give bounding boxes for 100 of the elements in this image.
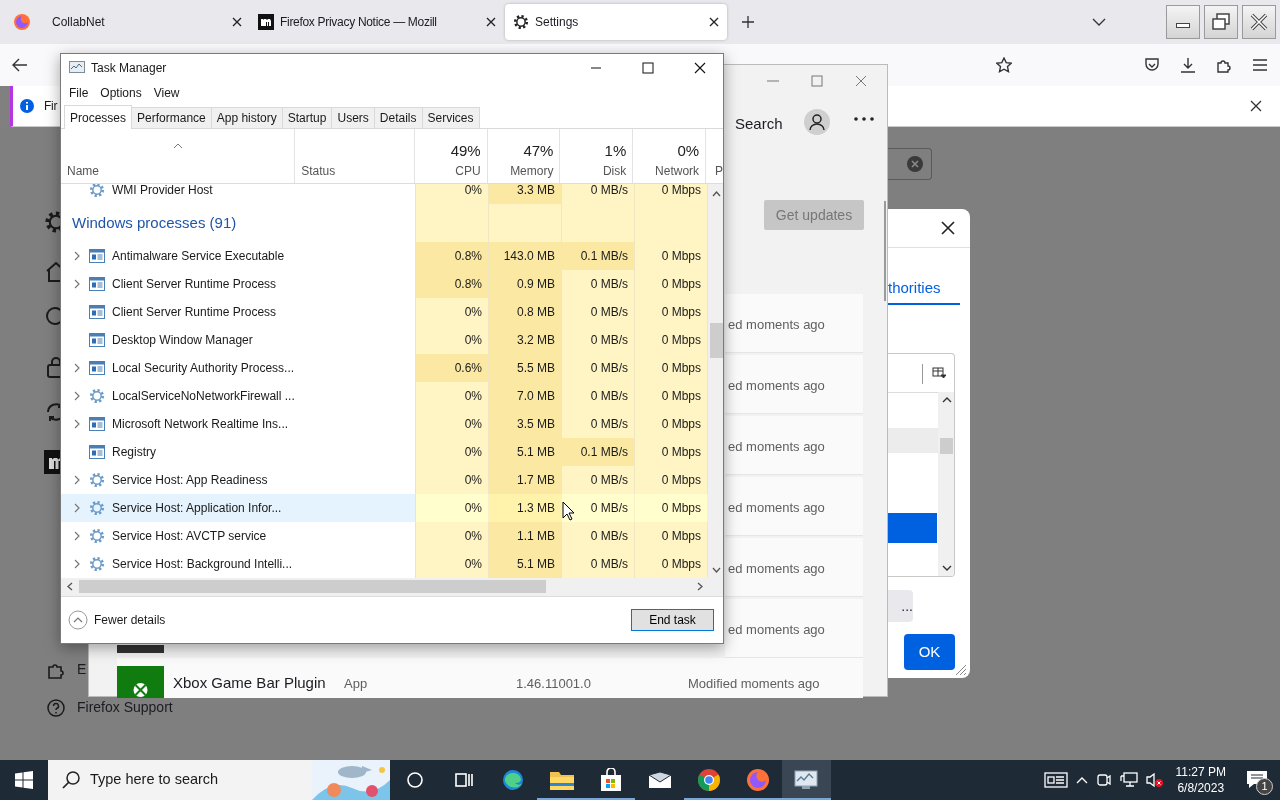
column-header[interactable]: Name bbox=[61, 129, 296, 183]
process-row[interactable]: Service Host: AVCTP service 0% 1.1 MB 0 MB/s 0 Mbps bbox=[61, 522, 708, 550]
process-row[interactable]: Client Server Runtime Process 0% 0.8 MB 0 MB/s 0 Mbps bbox=[61, 298, 708, 326]
close-icon[interactable] bbox=[709, 17, 719, 27]
back-arrow-icon[interactable] bbox=[12, 58, 28, 72]
tab[interactable]: App history bbox=[210, 107, 283, 128]
scroll-thumb[interactable] bbox=[940, 438, 953, 454]
more-button[interactable]: ... bbox=[888, 590, 913, 622]
browser-tab[interactable]: Firefox Privacy Notice — Mozill bbox=[250, 4, 504, 40]
volume-muted-icon[interactable] bbox=[1145, 772, 1164, 788]
expand-chevron-icon[interactable] bbox=[74, 503, 80, 513]
restore-button[interactable] bbox=[1204, 5, 1238, 39]
chevron-up-icon[interactable] bbox=[1075, 776, 1088, 784]
tab[interactable]: Users bbox=[331, 107, 375, 128]
camera-icon[interactable] bbox=[1095, 772, 1112, 788]
minimize-button[interactable] bbox=[1166, 5, 1200, 39]
sidebar-link[interactable]: Firefox Support bbox=[77, 697, 173, 718]
close-icon[interactable] bbox=[486, 17, 496, 27]
star-icon[interactable] bbox=[996, 57, 1012, 73]
sidebar-link[interactable]: E bbox=[77, 659, 87, 680]
process-row[interactable]: Service Host: Background Intelli... 0% 5.1 MB 0 MB/s 0 Mbps bbox=[61, 550, 708, 578]
column-picker-icon[interactable] bbox=[932, 367, 946, 379]
clear-icon[interactable] bbox=[907, 156, 923, 172]
lock-icon[interactable] bbox=[44, 355, 60, 379]
windows-start-icon[interactable] bbox=[15, 771, 33, 789]
fewer-details-link[interactable]: Fewer details bbox=[94, 611, 166, 629]
close-icon[interactable] bbox=[232, 17, 242, 27]
process-row[interactable]: WMI Provider Host 0% 3.3 MB 0 MB/s 0 Mbps bbox=[61, 184, 708, 204]
list-box[interactable] bbox=[888, 353, 955, 577]
chevron-down-icon[interactable] bbox=[1092, 18, 1106, 26]
process-row[interactable]: Microsoft Network Realtime Ins... 0% 3.5 MB 0 MB/s 0 Mbps bbox=[61, 410, 708, 438]
download-icon[interactable] bbox=[1180, 57, 1196, 73]
expand-chevron-icon[interactable] bbox=[74, 391, 80, 401]
extensions-icon[interactable] bbox=[1216, 57, 1232, 73]
edge-icon[interactable] bbox=[500, 768, 525, 792]
collapse-circle-icon[interactable] bbox=[68, 610, 88, 630]
expand-chevron-icon[interactable] bbox=[74, 559, 80, 569]
envelope-icon[interactable] bbox=[647, 771, 672, 789]
menu-icon[interactable] bbox=[1252, 58, 1268, 72]
process-row[interactable]: Desktop Window Manager 0% 3.2 MB 0 MB/s 0 Mbps bbox=[61, 326, 708, 354]
browser-tab[interactable]: Settings bbox=[505, 4, 727, 40]
gear-icon[interactable] bbox=[44, 210, 60, 234]
tab[interactable]: Services bbox=[421, 107, 480, 128]
network-icon[interactable] bbox=[1119, 772, 1138, 788]
folder-icon[interactable] bbox=[548, 769, 575, 791]
tab[interactable]: Performance bbox=[131, 107, 212, 128]
app-list-row[interactable]: ed moments ago bbox=[725, 416, 863, 475]
scroll-thumb[interactable] bbox=[79, 580, 546, 593]
scroll-down-icon[interactable] bbox=[712, 567, 721, 573]
process-row[interactable]: Service Host: App Readiness 0% 1.7 MB 0 MB/s 0 Mbps bbox=[61, 466, 708, 494]
expand-chevron-icon[interactable] bbox=[74, 531, 80, 541]
expand-chevron-icon[interactable] bbox=[74, 363, 80, 373]
column-header[interactable]: P bbox=[706, 129, 723, 183]
process-row[interactable]: Local Security Authority Process... 0.6% 5.5 MB 0 MB/s 0 Mbps bbox=[61, 354, 708, 382]
tab[interactable]: Startup bbox=[281, 107, 333, 128]
news-icon[interactable] bbox=[1043, 771, 1068, 789]
cortana-circle-icon[interactable] bbox=[405, 771, 424, 789]
more-icon[interactable] bbox=[853, 116, 875, 122]
expand-chevron-icon[interactable] bbox=[74, 419, 80, 429]
ok-button[interactable]: OK bbox=[904, 634, 955, 670]
search-field[interactable] bbox=[888, 148, 932, 180]
process-row[interactable]: Antimalware Service Executable 0.8% 143.0 MB 0.1 MB/s 0 Mbps bbox=[61, 242, 708, 270]
browser-tab[interactable]: CollabNet bbox=[44, 4, 250, 40]
expand-chevron-icon[interactable] bbox=[74, 251, 80, 261]
menu-item[interactable]: Options bbox=[94, 84, 148, 102]
close-button[interactable] bbox=[1242, 5, 1276, 39]
scroll-right-icon[interactable] bbox=[697, 582, 703, 591]
avatar-icon[interactable] bbox=[803, 108, 831, 136]
scroll-down-icon[interactable] bbox=[942, 565, 952, 571]
tab[interactable]: Details bbox=[373, 107, 423, 128]
task-manager-icon[interactable] bbox=[793, 769, 820, 791]
dialog-tab[interactable]: thorities bbox=[888, 277, 960, 305]
column-header[interactable]: 49% CPU bbox=[414, 129, 488, 183]
column-header[interactable]: Status bbox=[295, 129, 415, 183]
group-row[interactable]: Windows processes (91) bbox=[61, 204, 708, 242]
new-tab-icon[interactable] bbox=[741, 15, 755, 29]
scroll-up-icon[interactable] bbox=[712, 191, 721, 197]
process-row[interactable]: Registry 0% 5.1 MB 0.1 MB/s 0 Mbps bbox=[61, 438, 708, 466]
process-row[interactable]: LocalServiceNoNetworkFirewall ... 0% 7.0 MB 0 MB/s 0 Mbps bbox=[61, 382, 708, 410]
process-row[interactable]: Client Server Runtime Process 0.8% 0.9 MB 0 MB/s 0 Mbps bbox=[61, 270, 708, 298]
scroll-thumb[interactable] bbox=[710, 323, 723, 358]
app-list-row[interactable]: ed moments ago bbox=[725, 477, 863, 536]
sync-icon[interactable] bbox=[44, 400, 60, 424]
close-icon[interactable] bbox=[1250, 100, 1262, 112]
search-label[interactable]: Search bbox=[735, 113, 783, 136]
app-list-row[interactable]: Xbox Game Bar Plugin App 1.46.11001.0 Modified moments ago bbox=[117, 658, 863, 698]
group-header[interactable]: Windows processes (91) bbox=[61, 211, 237, 235]
tab[interactable]: Processes bbox=[64, 105, 133, 129]
app-list-row[interactable]: ed moments ago bbox=[725, 538, 863, 597]
process-row[interactable]: Service Host: Application Infor... 0% 1.3 MB 0 MB/s 0 Mbps bbox=[61, 494, 708, 522]
resize-grip-icon[interactable] bbox=[955, 664, 967, 676]
home-icon[interactable] bbox=[44, 260, 60, 284]
app-list-row[interactable]: ed moments ago bbox=[725, 294, 863, 353]
shopping-bag-icon[interactable] bbox=[599, 768, 622, 792]
taskbar-search-field[interactable]: Type here to search bbox=[48, 760, 390, 800]
logo-icon[interactable] bbox=[44, 450, 60, 474]
chrome-icon[interactable] bbox=[696, 768, 721, 792]
app-list-row[interactable]: ed moments ago bbox=[725, 599, 863, 658]
expand-chevron-icon[interactable] bbox=[74, 279, 80, 289]
end-task-button[interactable]: End task bbox=[631, 609, 714, 631]
